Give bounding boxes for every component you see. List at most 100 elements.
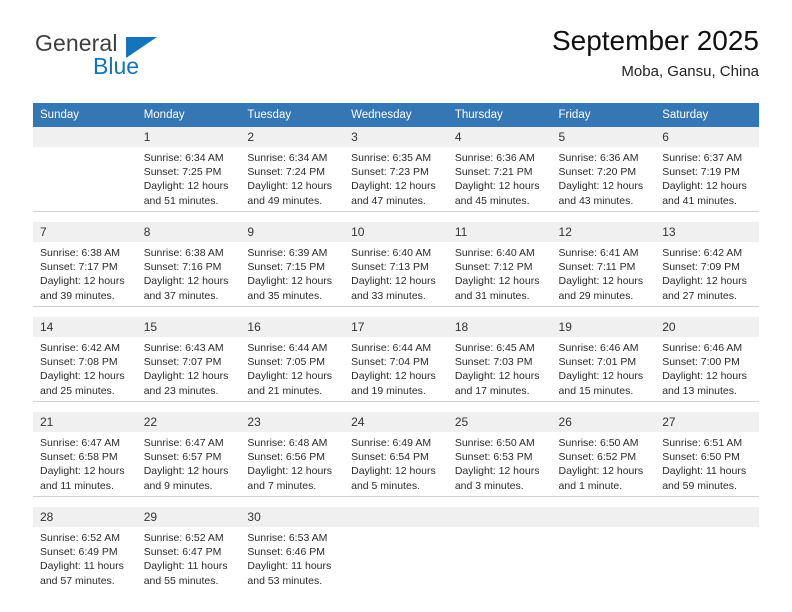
calendar-day-cell[interactable]: 19 Sunrise: 6:46 AM Sunset: 7:01 PM Dayligh… xyxy=(551,317,656,402)
calendar-week-row: 7 Sunrise: 6:38 AM Sunset: 7:17 PM Daylight… xyxy=(33,222,759,307)
sunrise-text: Sunrise: 6:44 AM xyxy=(351,342,432,354)
daylight-text-line2: and 45 minutes. xyxy=(454,194,530,207)
sunrise-text: Sunrise: 6:49 AM xyxy=(351,437,432,449)
day-number: 24 xyxy=(344,412,448,432)
calendar-day-cell[interactable]: 7 Sunrise: 6:38 AM Sunset: 7:17 PM Daylight… xyxy=(33,222,137,307)
day-details: Sunrise: 6:47 AM Sunset: 6:57 PM Daylight:… xyxy=(137,432,241,493)
calendar-day-cell[interactable]: 12 Sunrise: 6:41 AM Sunset: 7:11 PM Dayligh… xyxy=(551,222,656,307)
calendar-day-cell[interactable]: 2 Sunrise: 6:34 AM Sunset: 7:24 PM Daylight… xyxy=(240,127,345,212)
calendar-day-cell[interactable]: 21 Sunrise: 6:47 AM Sunset: 6:58 PM Dayligh… xyxy=(33,412,137,497)
calendar-day-cell[interactable]: 4 Sunrise: 6:36 AM Sunset: 7:21 PM Daylight… xyxy=(447,127,552,212)
day-cell-inner: 2 Sunrise: 6:34 AM Sunset: 7:24 PM Daylight… xyxy=(240,127,345,211)
sunrise-text: Sunrise: 6:39 AM xyxy=(247,247,328,259)
daylight-text-line1: Daylight: 12 hours xyxy=(351,275,436,288)
calendar-day-cell[interactable]: 29 Sunrise: 6:52 AM Sunset: 6:47 PM Dayligh… xyxy=(136,507,241,591)
day-details: Sunrise: 6:36 AM Sunset: 7:20 PM Daylight:… xyxy=(552,147,656,208)
sunrise-text: Sunrise: 6:41 AM xyxy=(558,247,639,259)
daylight-text-line1: Daylight: 11 hours xyxy=(143,560,228,573)
calendar-day-cell[interactable]: 1 Sunrise: 6:34 AM Sunset: 7:25 PM Daylight… xyxy=(136,127,241,212)
day-number: 5 xyxy=(551,127,656,147)
calendar-day-cell[interactable]: 14 Sunrise: 6:42 AM Sunset: 7:08 PM Dayligh… xyxy=(33,317,137,402)
calendar-day-cell[interactable]: 20 Sunrise: 6:46 AM Sunset: 7:00 PM Dayligh… xyxy=(655,317,759,402)
day-number: 27 xyxy=(655,412,759,432)
sunset-text: Sunset: 7:11 PM xyxy=(558,261,636,274)
calendar-day-cell[interactable]: 6 Sunrise: 6:37 AM Sunset: 7:19 PM Daylight… xyxy=(655,127,759,212)
sunset-text: Sunset: 7:23 PM xyxy=(351,166,429,179)
sunset-text: Sunset: 7:19 PM xyxy=(662,166,740,179)
daylight-text-line1: Daylight: 12 hours xyxy=(247,465,333,478)
calendar-day-cell[interactable]: 22 Sunrise: 6:47 AM Sunset: 6:57 PM Dayligh… xyxy=(136,412,241,497)
day-number: 20 xyxy=(655,317,759,337)
day-cell-inner: 15 Sunrise: 6:43 AM Sunset: 7:07 PM Dayligh… xyxy=(136,317,241,401)
day-details: Sunrise: 6:50 AM Sunset: 6:53 PM Daylight:… xyxy=(448,432,552,493)
day-number: 16 xyxy=(240,317,345,337)
day-cell-inner: 28 Sunrise: 6:52 AM Sunset: 6:49 PM Dayligh… xyxy=(33,507,137,591)
sunset-text: Sunset: 7:16 PM xyxy=(143,261,222,274)
day-cell-inner: 12 Sunrise: 6:41 AM Sunset: 7:11 PM Dayligh… xyxy=(551,222,656,306)
daylight-text-line2: and 31 minutes. xyxy=(454,289,530,302)
day-number: 11 xyxy=(447,222,552,242)
daylight-text-line1: Daylight: 12 hours xyxy=(40,465,125,478)
day-details: Sunrise: 6:35 AM Sunset: 7:23 PM Daylight:… xyxy=(344,147,448,208)
calendar-day-cell[interactable]: 27 Sunrise: 6:51 AM Sunset: 6:50 PM Dayligh… xyxy=(655,412,759,497)
sunset-text: Sunset: 7:17 PM xyxy=(40,261,118,274)
calendar-day-cell[interactable]: 26 Sunrise: 6:50 AM Sunset: 6:52 PM Dayligh… xyxy=(551,412,656,497)
calendar-day-cell[interactable]: 9 Sunrise: 6:39 AM Sunset: 7:15 PM Daylight… xyxy=(240,222,345,307)
weekday-header-saturday: Saturday xyxy=(655,103,759,127)
calendar-day-cell[interactable]: 10 Sunrise: 6:40 AM Sunset: 7:13 PM Dayligh… xyxy=(344,222,448,307)
day-number: 22 xyxy=(136,412,241,432)
sunrise-text: Sunrise: 6:36 AM xyxy=(454,152,535,164)
daylight-text-line1: Daylight: 11 hours xyxy=(247,560,332,573)
daylight-text-line1: Daylight: 12 hours xyxy=(454,370,540,383)
day-cell-inner: 19 Sunrise: 6:46 AM Sunset: 7:01 PM Dayligh… xyxy=(551,317,656,401)
daylight-text-line2: and 47 minutes. xyxy=(351,194,426,207)
week-separator xyxy=(33,306,759,317)
calendar-day-cell[interactable]: 30 Sunrise: 6:53 AM Sunset: 6:46 PM Dayligh… xyxy=(240,507,345,591)
calendar-week-row: 28 Sunrise: 6:52 AM Sunset: 6:49 PM Dayligh… xyxy=(33,507,759,591)
calendar-day-cell[interactable]: 18 Sunrise: 6:45 AM Sunset: 7:03 PM Dayligh… xyxy=(447,317,552,402)
daylight-text-line1: Daylight: 12 hours xyxy=(558,370,644,383)
calendar-day-cell[interactable]: 25 Sunrise: 6:50 AM Sunset: 6:53 PM Dayligh… xyxy=(447,412,552,497)
calendar-day-cell[interactable]: 16 Sunrise: 6:44 AM Sunset: 7:05 PM Dayligh… xyxy=(240,317,345,402)
day-number: 8 xyxy=(136,222,241,242)
day-details: Sunrise: 6:51 AM Sunset: 6:50 PM Daylight:… xyxy=(655,432,759,493)
week-separator xyxy=(33,211,759,222)
day-number: 18 xyxy=(447,317,552,337)
calendar-day-cell[interactable]: 15 Sunrise: 6:43 AM Sunset: 7:07 PM Dayligh… xyxy=(136,317,241,402)
calendar-day-cell[interactable]: 3 Sunrise: 6:35 AM Sunset: 7:23 PM Daylight… xyxy=(344,127,448,212)
day-details: Sunrise: 6:34 AM Sunset: 7:24 PM Daylight:… xyxy=(240,147,344,208)
sunrise-text: Sunrise: 6:46 AM xyxy=(662,342,743,354)
calendar-day-cell[interactable]: 13 Sunrise: 6:42 AM Sunset: 7:09 PM Dayligh… xyxy=(655,222,759,307)
sunrise-text: Sunrise: 6:35 AM xyxy=(351,152,432,164)
calendar-day-cell[interactable]: 11 Sunrise: 6:40 AM Sunset: 7:12 PM Dayligh… xyxy=(447,222,552,307)
general-blue-logo[interactable]: General Blue xyxy=(33,28,213,84)
sunrise-text: Sunrise: 6:52 AM xyxy=(143,532,224,544)
calendar-day-cell[interactable]: 24 Sunrise: 6:49 AM Sunset: 6:54 PM Dayligh… xyxy=(344,412,448,497)
calendar-day-cell[interactable]: 17 Sunrise: 6:44 AM Sunset: 7:04 PM Dayligh… xyxy=(344,317,448,402)
sunset-text: Sunset: 7:03 PM xyxy=(454,356,533,369)
day-number: 13 xyxy=(655,222,759,242)
calendar-header-row: Sunday Monday Tuesday Wednesday Thursday… xyxy=(33,103,759,127)
calendar-day-cell[interactable]: 5 Sunrise: 6:36 AM Sunset: 7:20 PM Daylight… xyxy=(551,127,656,212)
sunrise-text: Sunrise: 6:42 AM xyxy=(662,247,743,259)
daylight-text-line1: Daylight: 11 hours xyxy=(40,560,124,573)
day-cell-inner: 7 Sunrise: 6:38 AM Sunset: 7:17 PM Daylight… xyxy=(33,222,137,306)
day-cell-inner: 21 Sunrise: 6:47 AM Sunset: 6:58 PM Dayligh… xyxy=(33,412,137,496)
day-details: Sunrise: 6:53 AM Sunset: 6:46 PM Daylight:… xyxy=(240,527,344,588)
calendar-day-cell[interactable]: 23 Sunrise: 6:48 AM Sunset: 6:56 PM Dayligh… xyxy=(240,412,345,497)
day-cell-inner: 20 Sunrise: 6:46 AM Sunset: 7:00 PM Dayligh… xyxy=(655,317,759,401)
daylight-text-line2: and 53 minutes. xyxy=(247,574,323,587)
daylight-text-line1: Daylight: 12 hours xyxy=(558,465,644,478)
page-header: General Blue September 2025 Moba, Gansu,… xyxy=(33,25,759,90)
sunset-text: Sunset: 7:04 PM xyxy=(351,356,429,369)
daylight-text-line1: Daylight: 12 hours xyxy=(662,370,747,383)
calendar-day-cell[interactable]: 8 Sunrise: 6:38 AM Sunset: 7:16 PM Daylight… xyxy=(136,222,241,307)
calendar-day-cell[interactable]: 28 Sunrise: 6:52 AM Sunset: 6:49 PM Dayligh… xyxy=(33,507,137,591)
sunset-text: Sunset: 7:21 PM xyxy=(454,166,533,179)
day-details: Sunrise: 6:52 AM Sunset: 6:47 PM Daylight:… xyxy=(137,527,241,588)
day-number: 15 xyxy=(136,317,241,337)
day-details: Sunrise: 6:37 AM Sunset: 7:19 PM Daylight:… xyxy=(655,147,759,208)
daylight-text-line2: and 5 minutes. xyxy=(351,479,420,492)
daylight-text-line1: Daylight: 12 hours xyxy=(247,275,333,288)
day-cell-inner: 1 Sunrise: 6:34 AM Sunset: 7:25 PM Daylight… xyxy=(136,127,241,211)
